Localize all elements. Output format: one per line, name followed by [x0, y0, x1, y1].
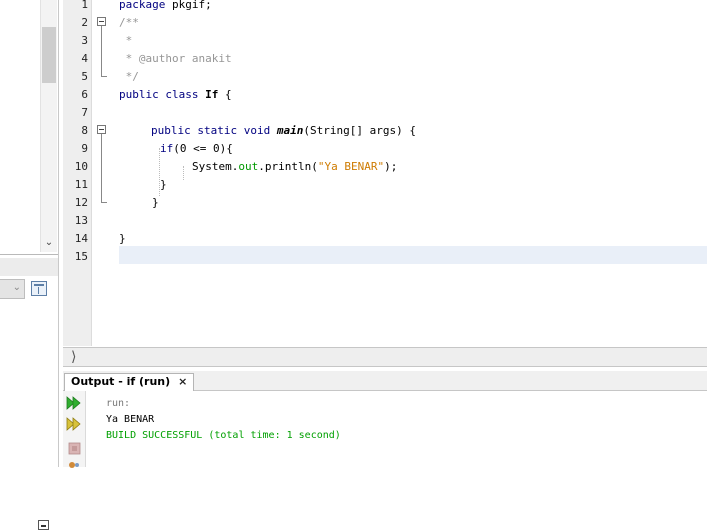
scrollbar-thumb[interactable] — [42, 27, 56, 83]
line-number: 11 — [74, 178, 88, 191]
line-number: 8 — [81, 124, 88, 137]
navigator-header — [0, 258, 58, 530]
line-number: 2 — [81, 16, 88, 29]
output-tab-strip: Output - if (run) × — [63, 371, 707, 391]
fold-collapse-icon[interactable] — [97, 125, 106, 134]
left-vertical-scrollbar[interactable]: ⌄ — [40, 0, 57, 252]
code-line-2: /** — [119, 16, 139, 29]
line-number-gutter: 1 2 3 4 5 6 7 8 9 10 11 12 13 14 15 — [63, 0, 92, 346]
line-number: 14 — [74, 232, 88, 245]
code-line-1: package pkgif; — [119, 0, 212, 11]
editor-navigation-bar: ⟩ — [63, 347, 707, 367]
tab-label: Output - if (run) — [71, 375, 171, 388]
chevron-down-icon[interactable]: ⌄ — [41, 236, 57, 250]
output-toolbar — [63, 391, 86, 468]
indent-guide — [183, 166, 184, 180]
code-line-4: * @author anakit — [119, 52, 232, 65]
minimize-icon[interactable] — [38, 520, 49, 530]
code-editor[interactable]: 1 2 3 4 5 6 7 8 9 10 11 12 13 14 15 pack… — [63, 0, 707, 346]
double-chevron-right-icon[interactable]: ⟩ — [71, 349, 76, 365]
code-line-14: } — [119, 232, 126, 245]
line-number: 3 — [81, 34, 88, 47]
fold-line — [101, 134, 102, 202]
code-line-12: } — [152, 196, 159, 209]
left-panel: ⌄ ⌄ — [0, 0, 59, 530]
fold-collapse-icon[interactable] — [97, 17, 106, 26]
line-number: 12 — [74, 196, 88, 209]
line-number: 7 — [81, 106, 88, 119]
output-line-result: Ya BENAR — [106, 414, 155, 425]
output-line-build: BUILD SUCCESSFUL (total time: 1 second) — [106, 430, 341, 441]
code-line-8: public static void main(String[] args) { — [151, 124, 416, 137]
line-number: 13 — [74, 214, 88, 227]
code-line-9: if(0 <= 0){ — [160, 142, 233, 155]
code-text[interactable]: package pkgif; /** * * @author anakit */… — [119, 0, 707, 346]
navigator-options-icon[interactable] — [31, 281, 47, 296]
rerun-options-icon[interactable] — [66, 416, 82, 432]
fold-end — [101, 202, 107, 203]
panel-divider[interactable] — [0, 254, 58, 255]
output-line-run: run: — [106, 398, 131, 409]
line-number: 9 — [81, 142, 88, 155]
code-line-10: System.out.println("Ya BENAR"); — [192, 160, 398, 173]
navigator-filter-combo[interactable]: ⌄ — [0, 279, 25, 299]
settings-icon[interactable] — [66, 461, 82, 477]
code-line-6: public class If { — [119, 88, 232, 101]
fold-end — [101, 76, 107, 77]
code-line-3: * — [119, 34, 133, 47]
output-panel[interactable]: run: Ya BENAR BUILD SUCCESSFUL (total ti… — [63, 391, 707, 468]
line-number: 15 — [74, 250, 88, 263]
code-line-5: */ — [119, 70, 139, 83]
stop-icon[interactable] — [66, 440, 82, 456]
line-number: 6 — [81, 88, 88, 101]
code-line-11: } — [160, 178, 167, 191]
line-number: 5 — [81, 70, 88, 83]
line-number: 1 — [81, 0, 88, 11]
fold-margin — [92, 0, 117, 346]
chevron-down-icon[interactable]: ⌄ — [13, 282, 21, 293]
line-number: 10 — [74, 160, 88, 173]
line-number: 4 — [81, 52, 88, 65]
fold-line — [101, 26, 102, 76]
rerun-icon[interactable] — [66, 395, 82, 411]
tab-output-run[interactable]: Output - if (run) × — [64, 373, 195, 391]
close-icon[interactable]: × — [178, 374, 187, 390]
